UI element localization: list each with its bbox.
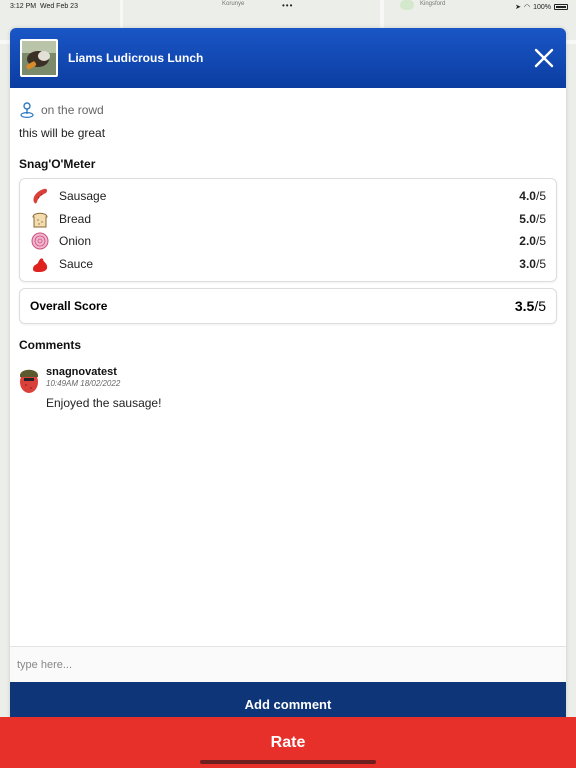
meter-row-bread: Bread 5.0/5 [30,208,546,231]
post-location: on the rowd [19,100,557,120]
snagometer-card: Sausage 4.0/5 Bread 5.0/5 Onion 2.0/5 Sa… [19,178,557,282]
overall-score-label: Overall Score [30,299,108,313]
meter-item-score: 2.0/5 [519,234,546,249]
user-avatar [20,369,38,393]
sausage-icon [33,189,48,204]
overall-score-value: 3.5/5 [514,298,546,314]
status-bar: 3:12 PM Wed Feb 23 ••• ➤ ◠ 100% [0,0,576,14]
meter-row-sausage: Sausage 4.0/5 [30,185,546,208]
battery-icon [554,4,568,10]
post-description: this will be great [19,126,106,140]
status-time: 3:12 PM Wed Feb 23 [10,3,78,10]
meter-item-name: Sauce [59,256,94,271]
meter-item-score: 4.0/5 [519,189,546,204]
status-indicators: ➤ ◠ 100% [515,3,568,11]
battery-percent: 100% [533,3,551,11]
meter-item-score: 3.0/5 [519,256,546,271]
onion-icon [31,232,49,250]
meter-item-name: Onion [59,234,92,249]
overall-score-card: Overall Score 3.5/5 [19,288,557,324]
snagometer-heading: Snag'O'Meter [19,157,96,171]
home-indicator [200,760,376,764]
meter-item-name: Bread [59,211,92,226]
multitask-dots-icon[interactable]: ••• [282,1,293,10]
wifi-icon: ◠ [523,4,531,11]
location-text: on the rowd [41,103,104,117]
meter-item-name: Sausage [59,189,107,204]
bread-icon [32,212,48,228]
modal-header: Liams Ludicrous Lunch [10,28,566,88]
meter-row-onion: Onion 2.0/5 [30,230,546,253]
sauce-icon [33,258,48,272]
location-pin-icon [20,102,34,119]
post-thumbnail [20,39,58,77]
comment-input-container [10,646,566,682]
comment-content: snagnovatest 10:49AM 18/02/2022 Enjoyed … [46,366,161,410]
meter-item-score: 5.0/5 [519,211,546,226]
comment-text: Enjoyed the sausage! [46,396,162,410]
post-title: Liams Ludicrous Lunch [68,51,204,65]
location-arrow-icon: ➤ [515,4,521,11]
comment-input[interactable] [10,647,566,682]
close-icon[interactable] [534,48,554,68]
post-detail-modal: Liams Ludicrous Lunch on the rowd this w… [10,28,566,728]
comment-timestamp: 10:49AM 18/02/2022 [46,379,121,388]
modal-body: on the rowd this will be great Snag'O'Me… [10,88,566,410]
comments-heading: Comments [19,338,82,352]
comment-username: snagnovatest [46,366,117,378]
meter-row-sauce: Sauce 3.0/5 [30,253,546,276]
comment-item: snagnovatest 10:49AM 18/02/2022 Enjoyed … [19,366,557,410]
